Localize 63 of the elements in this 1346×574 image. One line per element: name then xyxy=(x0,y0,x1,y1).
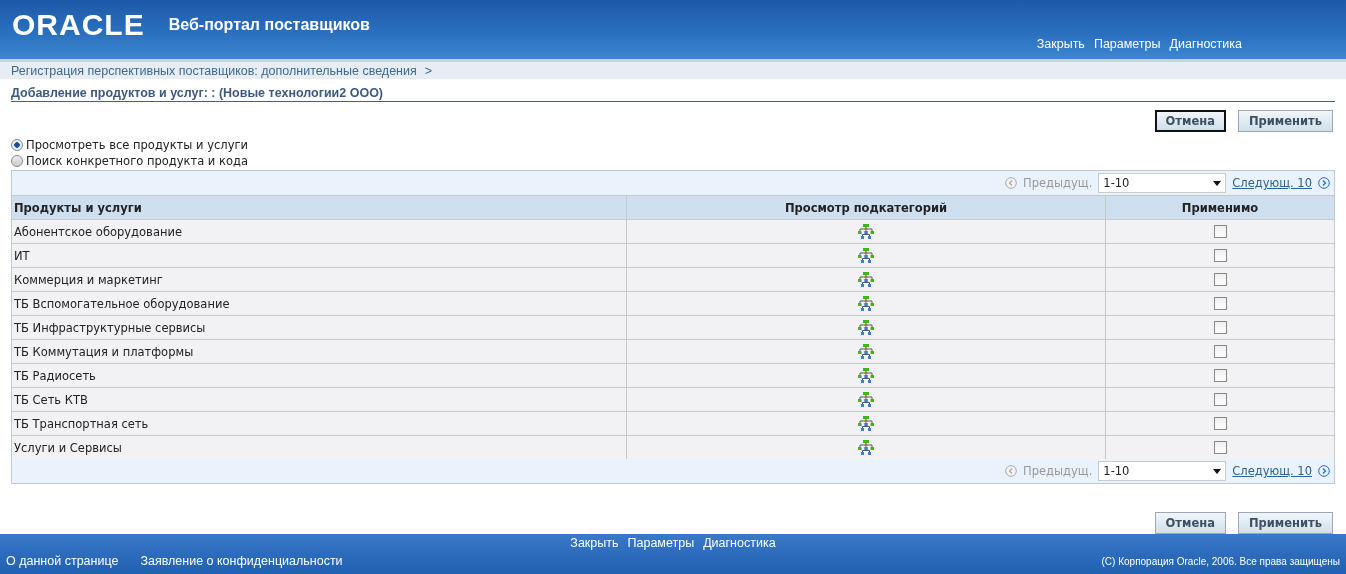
column-header: Продукты и услуги xyxy=(13,199,143,217)
breadcrumb-link[interactable]: Регистрация перспективных поставщиков: дополнительные сведения xyxy=(11,63,417,78)
footer-link[interactable]: О данной странице xyxy=(6,554,119,568)
hierarchy-icon[interactable] xyxy=(858,392,874,407)
checkbox[interactable] xyxy=(1213,297,1227,310)
hierarchy-icon[interactable] xyxy=(858,248,874,263)
checkbox[interactable] xyxy=(1213,441,1227,454)
radio-button[interactable] xyxy=(11,155,23,167)
hierarchy-icon[interactable] xyxy=(858,416,874,431)
previous-icon[interactable] xyxy=(1005,177,1017,189)
table-cell-text: ТБ Вспомогательное оборудование xyxy=(13,295,231,313)
hierarchy-icon[interactable] xyxy=(858,344,874,359)
hierarchy-icon[interactable] xyxy=(858,368,874,383)
next-icon[interactable] xyxy=(1318,465,1330,477)
apply-button[interactable]: Применить xyxy=(1237,512,1333,534)
table-cell-text: Услуги и Сервисы xyxy=(13,439,123,457)
breadcrumb-separator: > xyxy=(424,63,433,78)
checkbox[interactable] xyxy=(1213,417,1227,430)
radio-option[interactable]: Просмотреть все продукты и услуги xyxy=(11,138,1335,152)
radio-button[interactable] xyxy=(11,139,23,151)
next-link[interactable]: Следующ. 10 xyxy=(1232,176,1312,190)
hierarchy-icon[interactable] xyxy=(858,296,874,311)
app-title: Веб-портал поставщиков xyxy=(168,16,370,34)
range-select[interactable]: 1-10 xyxy=(1098,173,1227,193)
copyright-text: (C) Корпорация Oracle, 2006. Все права защищены xyxy=(1101,555,1340,567)
table-cell-text: ТБ Транспортная сеть xyxy=(13,415,150,433)
checkbox[interactable] xyxy=(1213,345,1227,358)
dropdown-caret-icon xyxy=(1213,180,1222,186)
cancel-button[interactable]: Отмена xyxy=(1154,512,1226,534)
checkbox[interactable] xyxy=(1213,321,1227,334)
footer-link[interactable]: Параметры xyxy=(627,536,695,550)
footer-link[interactable]: Диагностика xyxy=(703,536,776,550)
apply-button[interactable]: Применить xyxy=(1237,110,1333,132)
checkbox[interactable] xyxy=(1213,249,1227,262)
checkbox[interactable] xyxy=(1213,369,1227,382)
range-select[interactable]: 1-10 xyxy=(1098,461,1227,481)
page-title: Добавление продуктов и услуг: : (Новые технологии2 ООО) xyxy=(11,86,1335,102)
table-cell-text: Коммерция и маркетинг xyxy=(13,271,164,289)
next-link[interactable]: Следующ. 10 xyxy=(1232,464,1312,478)
table-cell-text: ТБ Сеть КТВ xyxy=(13,391,89,409)
hierarchy-icon[interactable] xyxy=(858,440,874,455)
table-cell-text: ИТ xyxy=(13,247,31,265)
checkbox[interactable] xyxy=(1213,273,1227,286)
table-cell-text: ТБ Радиосеть xyxy=(13,367,97,385)
dropdown-caret-icon xyxy=(1213,468,1222,474)
header-link[interactable]: Диагностика xyxy=(1169,36,1242,51)
footer-link[interactable]: Заявление о конфиденциальности xyxy=(140,554,343,568)
table-cell-text: ТБ Инфраструктурные сервисы xyxy=(13,319,207,337)
footer-link[interactable]: Закрыть xyxy=(570,536,619,550)
logo: ORACLE xyxy=(12,8,145,42)
header-link[interactable]: Закрыть xyxy=(1036,36,1085,51)
table-cell-text: ТБ Коммутация и платформы xyxy=(13,343,195,361)
hierarchy-icon[interactable] xyxy=(858,224,874,239)
checkbox[interactable] xyxy=(1213,225,1227,238)
checkbox[interactable] xyxy=(1213,393,1227,406)
header-link[interactable]: Параметры xyxy=(1093,36,1161,51)
radio-option[interactable]: Поиск конкретного продукта и кода xyxy=(11,154,1335,168)
cancel-button[interactable]: Отмена xyxy=(1154,110,1226,132)
next-icon[interactable] xyxy=(1318,177,1330,189)
hierarchy-icon[interactable] xyxy=(858,272,874,287)
hierarchy-icon[interactable] xyxy=(858,320,874,335)
table-cell-text: Абонентское оборудование xyxy=(13,223,183,241)
previous-icon[interactable] xyxy=(1005,465,1017,477)
